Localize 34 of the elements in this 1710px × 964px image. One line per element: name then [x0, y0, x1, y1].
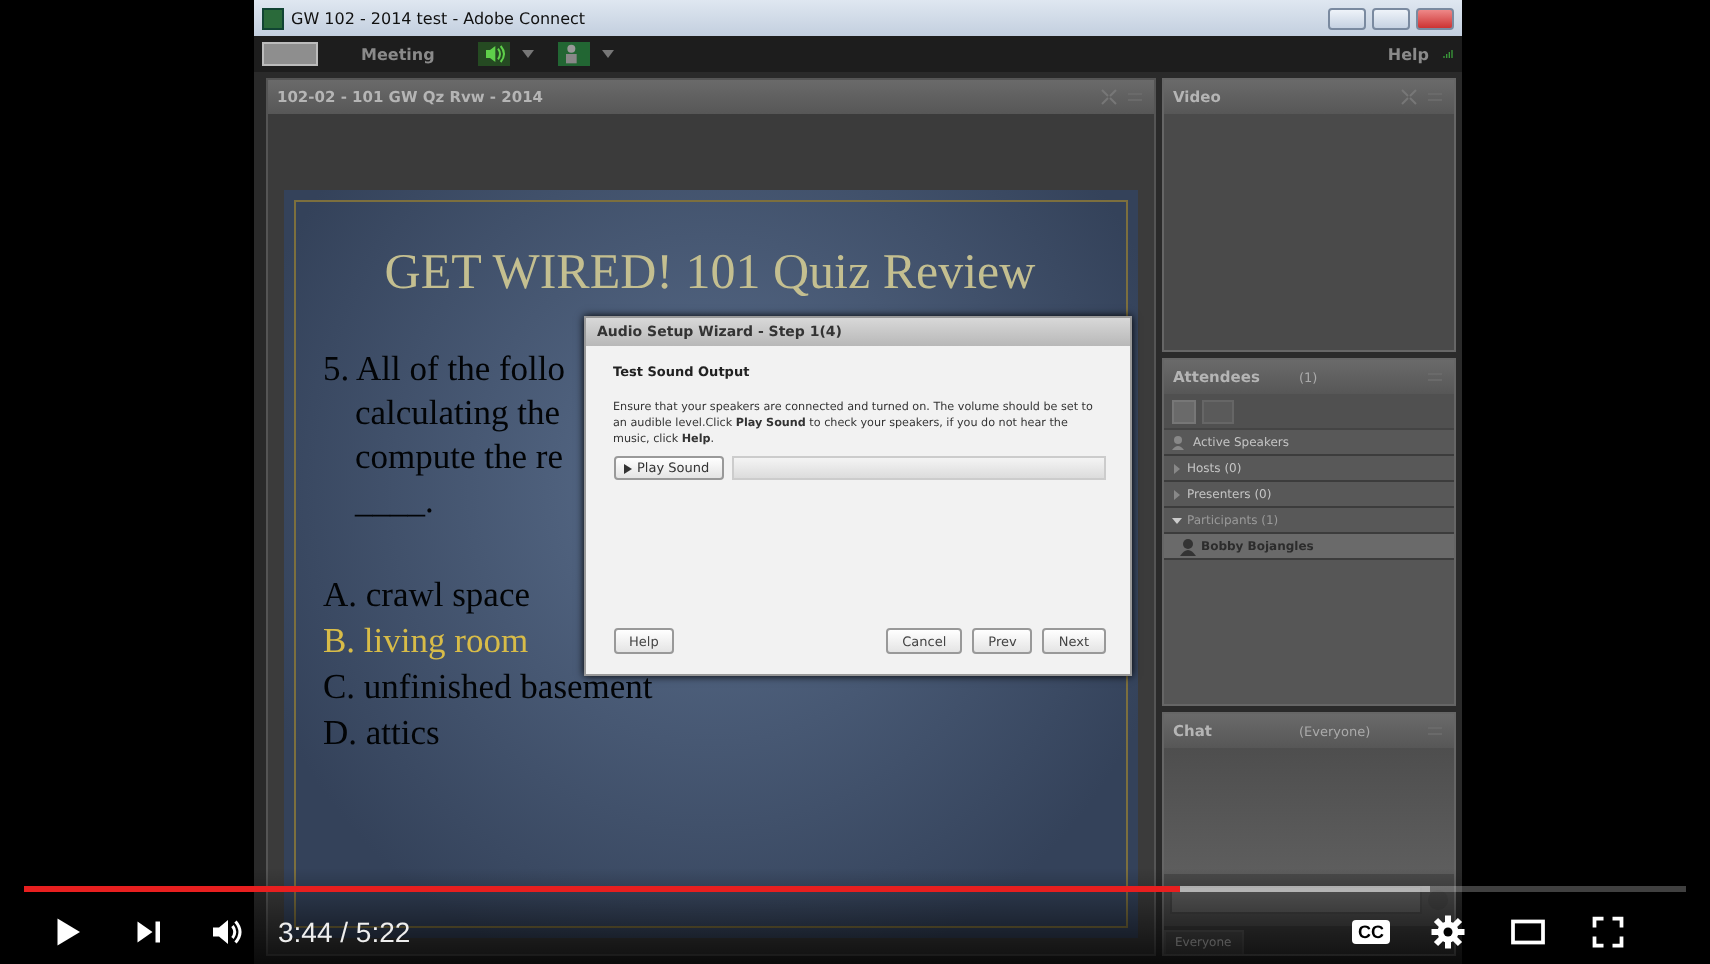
window-title: GW 102 - 2014 test - Adobe Connect — [291, 9, 588, 27]
answer-option: C. unfinished basement — [323, 664, 653, 710]
caret-icon[interactable] — [522, 50, 535, 58]
fullscreen-icon[interactable] — [1590, 914, 1626, 950]
app-icon — [261, 7, 283, 29]
slide-title: GET WIRED! 101 Quiz Review — [382, 246, 1038, 302]
captions-button[interactable]: CC — [1352, 920, 1390, 944]
logo-icon — [261, 42, 317, 66]
caret-icon[interactable] — [602, 50, 615, 58]
close-button[interactable] — [1415, 7, 1453, 29]
signal-icon — [1441, 50, 1453, 58]
send-button[interactable] — [1427, 890, 1447, 910]
video-time: 3:44 / 5:22 — [278, 916, 411, 948]
answer-blank: ____. — [355, 478, 434, 522]
question-text: compute the re — [355, 434, 563, 478]
progress-bar[interactable] — [24, 886, 1686, 892]
maximize-button[interactable] — [1371, 7, 1409, 29]
theater-mode-icon[interactable] — [1510, 914, 1546, 950]
answer-option: B. living room — [323, 618, 529, 664]
person-icon — [1179, 537, 1195, 555]
settings-icon[interactable] — [1430, 914, 1466, 950]
answer-option: D. attics — [323, 710, 440, 756]
speaker-icon[interactable] — [478, 42, 511, 66]
question-text: calculating the — [355, 390, 561, 434]
help-menu[interactable]: Help — [1387, 45, 1429, 63]
play-icon — [623, 463, 631, 473]
chat-input[interactable] — [1169, 886, 1421, 914]
speaker-person-icon — [1171, 434, 1187, 450]
answer-option: A. crawl space — [323, 572, 530, 618]
menu-item[interactable]: Meeting — [329, 45, 467, 63]
volume-icon[interactable] — [210, 914, 246, 950]
webcam-icon[interactable] — [558, 42, 591, 66]
question-text: 5. All of the follo — [323, 346, 566, 390]
minimize-button[interactable] — [1327, 7, 1365, 29]
